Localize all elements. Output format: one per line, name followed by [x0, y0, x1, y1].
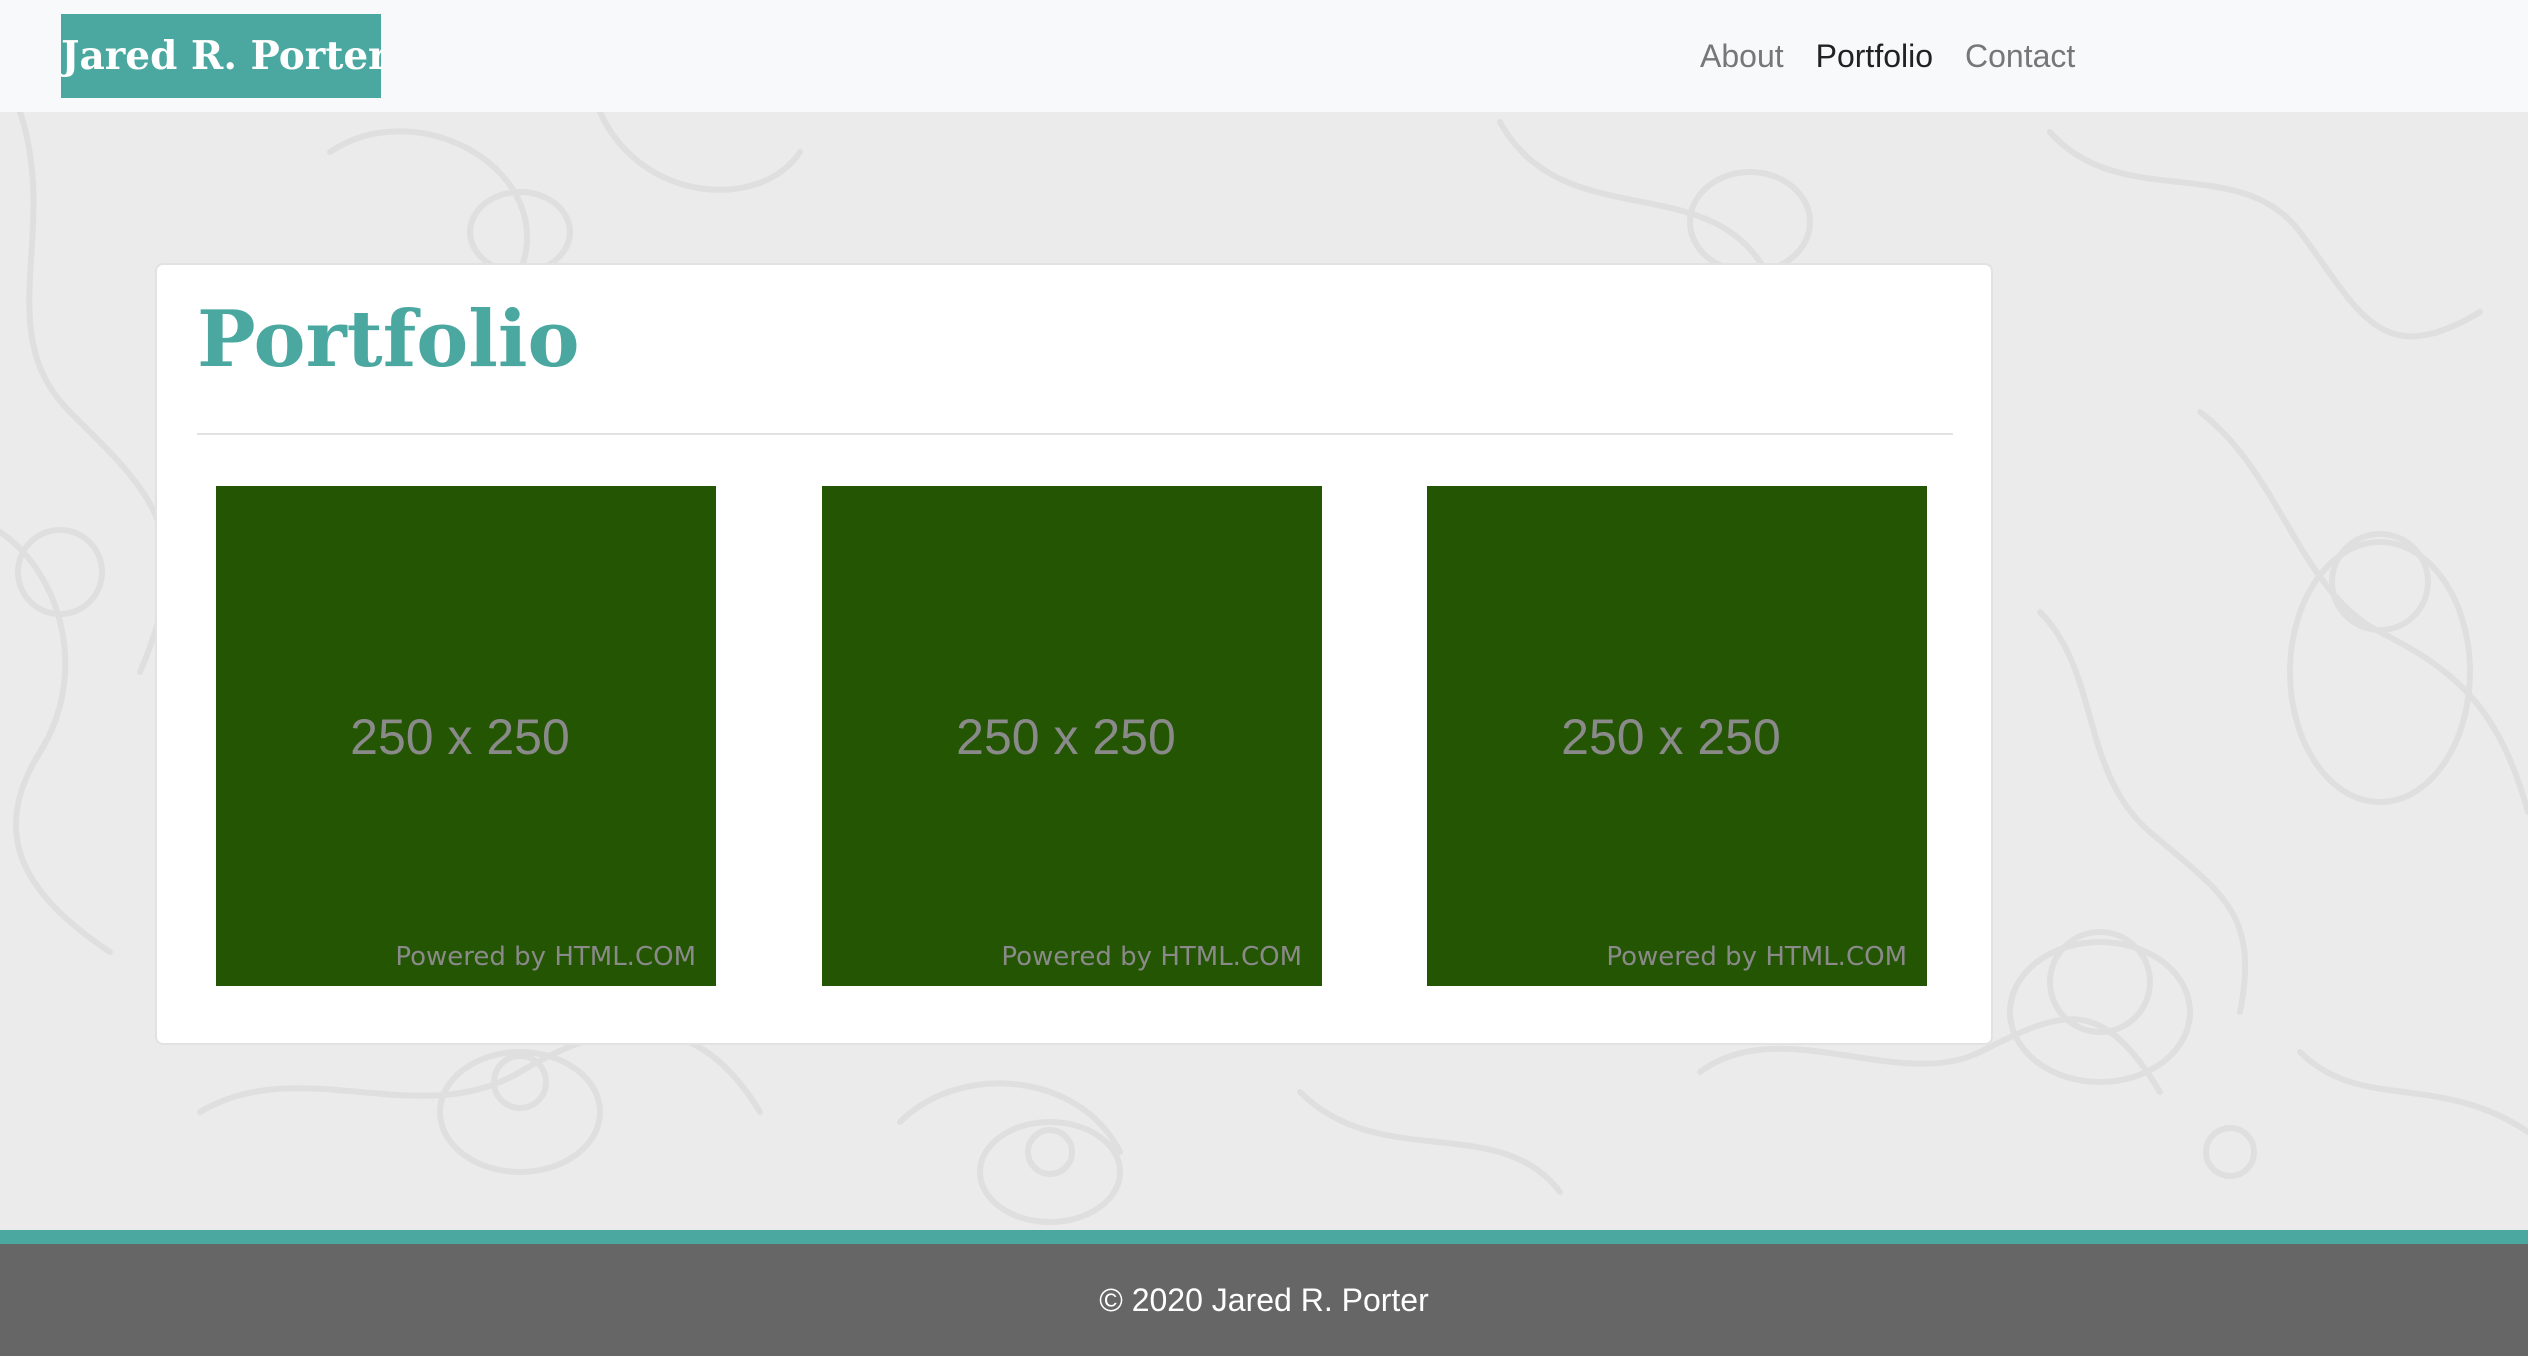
page-title: Portfolio — [197, 294, 580, 385]
thumbnail-size-label: 250 x 250 — [350, 709, 570, 765]
thumbnail-size-label: 250 x 250 — [956, 709, 1176, 765]
portfolio-thumbnail-2[interactable]: 250 x 250 Powered by HTML.COM — [822, 486, 1322, 986]
thumbnail-powered-by-label: Powered by HTML.COM — [1606, 942, 1907, 972]
nav-link-about[interactable]: About — [1700, 38, 1784, 75]
portfolio-thumbnail-1[interactable]: 250 x 250 Powered by HTML.COM — [216, 486, 716, 986]
footer-copyright: © 2020 Jared R. Porter — [1099, 1282, 1429, 1318]
page-footer: © 2020 Jared R. Porter — [0, 1244, 2528, 1356]
brand-logo-link[interactable]: Jared R. Porter — [61, 14, 381, 98]
title-divider — [197, 433, 1953, 435]
thumbnail-size-label: 250 x 250 — [1561, 709, 1781, 765]
top-navbar: Jared R. Porter About Portfolio Contact — [0, 0, 2528, 112]
nav-links: About Portfolio Contact — [1700, 0, 2107, 112]
nav-link-portfolio[interactable]: Portfolio — [1816, 38, 1933, 75]
thumbnail-powered-by-label: Powered by HTML.COM — [395, 942, 696, 972]
portfolio-thumbnail-3[interactable]: 250 x 250 Powered by HTML.COM — [1427, 486, 1927, 986]
thumbnail-powered-by-label: Powered by HTML.COM — [1001, 942, 1302, 972]
footer-accent-bar — [0, 1230, 2528, 1244]
portfolio-card: Portfolio 250 x 250 Powered by HTML.COM … — [155, 263, 1993, 1045]
nav-link-contact[interactable]: Contact — [1965, 38, 2075, 75]
